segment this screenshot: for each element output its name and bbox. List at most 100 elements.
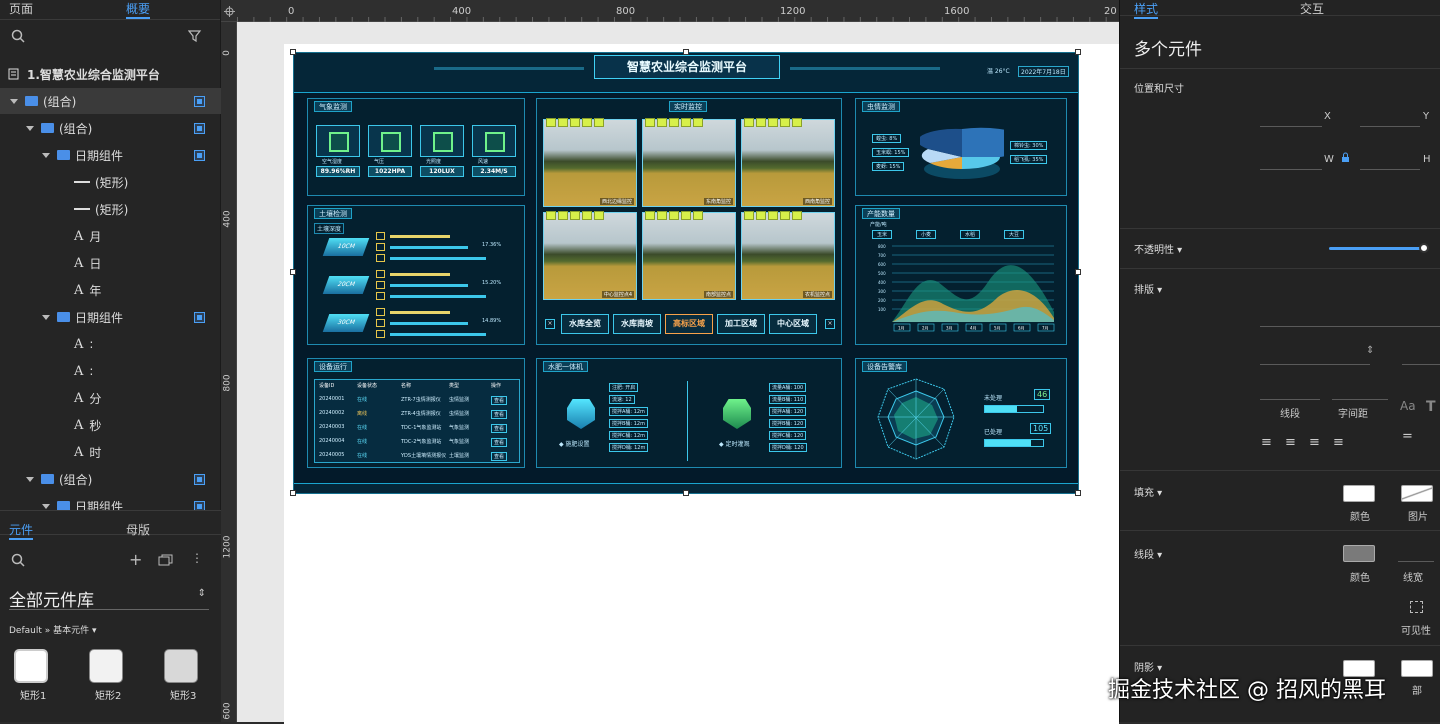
widget-rect2[interactable] xyxy=(89,649,123,683)
opacity-label[interactable]: 不透明性 ▾ xyxy=(1134,241,1182,256)
tree-item-text[interactable]: A秒 xyxy=(0,412,221,438)
valign-icon[interactable]: = xyxy=(1402,429,1413,444)
opacity-slider[interactable] xyxy=(1329,247,1424,250)
selection-handle[interactable] xyxy=(1075,490,1081,496)
tree-item-text[interactable]: A分 xyxy=(0,385,221,411)
expand-arrow-icon[interactable] xyxy=(42,503,50,509)
tree-item-folder[interactable]: (组合) xyxy=(0,115,221,141)
search-icon[interactable] xyxy=(11,553,25,567)
page-item[interactable]: 1.智慧农业综合监测平台 xyxy=(0,61,221,87)
more-icon[interactable]: ⋮ xyxy=(191,551,203,565)
view-button[interactable]: 查看 xyxy=(491,410,508,419)
tree-item-folder[interactable]: 日期组件 xyxy=(0,142,221,168)
camera-feed[interactable]: 东南角监控 xyxy=(642,118,736,207)
library-path[interactable]: Default » 基本元件 ▾ xyxy=(9,623,97,636)
fill-image-swatch[interactable] xyxy=(1401,485,1433,502)
selection-handle[interactable] xyxy=(1075,269,1081,275)
font-weight-select[interactable] xyxy=(1260,364,1370,365)
h-input[interactable] xyxy=(1360,169,1420,170)
camera-feed[interactable]: 中心监控点4 xyxy=(543,211,637,300)
design-canvas[interactable]: 智慧农业综合监测平台 温 26°C 2022年7月18日 气象监测 空气湿度 89… xyxy=(237,22,1119,724)
typography-label[interactable]: 排版 ▾ xyxy=(1134,281,1162,296)
dashboard-mockup[interactable]: 智慧农业综合监测平台 温 26°C 2022年7月18日 气象监测 空气湿度 89… xyxy=(293,52,1079,494)
layer-toggle[interactable] xyxy=(194,311,205,323)
text-case-icon[interactable]: T xyxy=(1426,399,1436,415)
tab-interaction[interactable]: 交互 xyxy=(1300,0,1324,17)
expand-arrow-icon[interactable] xyxy=(42,152,50,158)
camera-feed[interactable]: 农机监控点 xyxy=(741,211,835,300)
y-input[interactable] xyxy=(1360,126,1420,127)
align-justify-icon[interactable]: ≡ xyxy=(1333,435,1344,450)
tree-item-folder[interactable]: (组合) xyxy=(0,466,221,492)
camera-feed[interactable]: 西南角监控 xyxy=(741,118,835,207)
vertical-ruler[interactable]: 0 400 800 1200 600 xyxy=(221,22,237,722)
line-color-swatch[interactable] xyxy=(1343,545,1375,562)
filter-icon[interactable] xyxy=(188,29,203,43)
tree-item-text[interactable]: A: xyxy=(0,358,221,384)
expand-arrow-icon[interactable] xyxy=(42,314,50,320)
align-left-icon[interactable]: ≡ xyxy=(1261,435,1272,450)
area-button[interactable]: 加工区域 xyxy=(717,314,765,334)
font-family-select[interactable] xyxy=(1260,326,1440,327)
visibility-icon[interactable] xyxy=(1410,601,1423,613)
selection-handle[interactable] xyxy=(683,490,689,496)
selection-handle[interactable] xyxy=(290,269,296,275)
close-icon[interactable]: × xyxy=(545,319,555,329)
crosshair-icon[interactable] xyxy=(224,6,235,17)
chevron-updown-icon[interactable]: ⇕ xyxy=(1366,345,1374,356)
search-icon[interactable] xyxy=(11,29,25,43)
tree-item-rect[interactable]: (矩形) xyxy=(0,169,221,195)
tree-item-text[interactable]: A时 xyxy=(0,439,221,465)
view-button[interactable]: 查看 xyxy=(491,438,508,447)
tree-item-folder[interactable]: (组合) xyxy=(0,88,221,114)
line-width-input[interactable] xyxy=(1398,561,1434,562)
selection-handle[interactable] xyxy=(683,49,689,55)
tab-masters[interactable]: 母版 xyxy=(126,521,150,538)
font-size-input[interactable] xyxy=(1402,364,1440,365)
tree-item-text[interactable]: A年 xyxy=(0,277,221,303)
area-button[interactable]: 高标区域 xyxy=(665,314,713,334)
shadow-inner-swatch[interactable] xyxy=(1401,660,1433,677)
align-right-icon[interactable]: ≡ xyxy=(1309,435,1320,450)
add-icon[interactable]: + xyxy=(129,550,142,569)
line-label[interactable]: 线段 ▾ xyxy=(1134,546,1162,561)
copy-icon[interactable] xyxy=(158,554,173,566)
area-button[interactable]: 水库南坡 xyxy=(613,314,661,334)
layer-toggle[interactable] xyxy=(194,122,205,134)
tab-outline[interactable]: 概要 xyxy=(126,0,151,19)
tab-pages[interactable]: 页面 xyxy=(9,0,33,17)
area-button[interactable]: 水库全览 xyxy=(561,314,609,334)
camera-feed[interactable]: 西北边缘监控 xyxy=(543,118,637,207)
selection-handle[interactable] xyxy=(290,49,296,55)
stroke-input[interactable] xyxy=(1260,399,1320,400)
tree-item-folder[interactable]: 日期组件 xyxy=(0,304,221,330)
lock-icon[interactable] xyxy=(1341,152,1350,163)
text-style-icon[interactable]: Aa xyxy=(1400,399,1416,413)
camera-feed[interactable]: 南部监控点 xyxy=(642,211,736,300)
spacing-input[interactable] xyxy=(1332,399,1388,400)
tree-item-text[interactable]: A日 xyxy=(0,250,221,276)
layer-toggle[interactable] xyxy=(194,149,205,161)
layer-toggle[interactable] xyxy=(194,95,205,107)
selection-handle[interactable] xyxy=(1075,49,1081,55)
expand-arrow-icon[interactable] xyxy=(26,476,34,482)
opacity-slider-thumb[interactable] xyxy=(1419,243,1429,253)
library-select[interactable]: 全部元件库 ⇕ xyxy=(9,586,209,611)
close-icon[interactable]: × xyxy=(825,319,835,329)
tree-item-text[interactable]: A月 xyxy=(0,223,221,249)
expand-arrow-icon[interactable] xyxy=(26,125,34,131)
expand-arrow-icon[interactable] xyxy=(10,98,18,104)
horizontal-ruler[interactable]: 0 400 800 1200 1600 20 xyxy=(221,0,1119,22)
view-button[interactable]: 查看 xyxy=(491,396,508,405)
tab-style[interactable]: 样式 xyxy=(1134,0,1159,19)
align-center-icon[interactable]: ≡ xyxy=(1285,435,1296,450)
tree-item-rect[interactable]: (矩形) xyxy=(0,196,221,222)
widget-rect1[interactable] xyxy=(14,649,48,683)
tab-widgets[interactable]: 元件 xyxy=(9,521,34,540)
view-button[interactable]: 查看 xyxy=(491,452,508,461)
view-button[interactable]: 查看 xyxy=(491,424,508,433)
widget-rect3[interactable] xyxy=(164,649,198,683)
fill-label[interactable]: 填充 ▾ xyxy=(1134,484,1162,499)
tree-item-text[interactable]: A: xyxy=(0,331,221,357)
layer-toggle[interactable] xyxy=(194,473,205,485)
